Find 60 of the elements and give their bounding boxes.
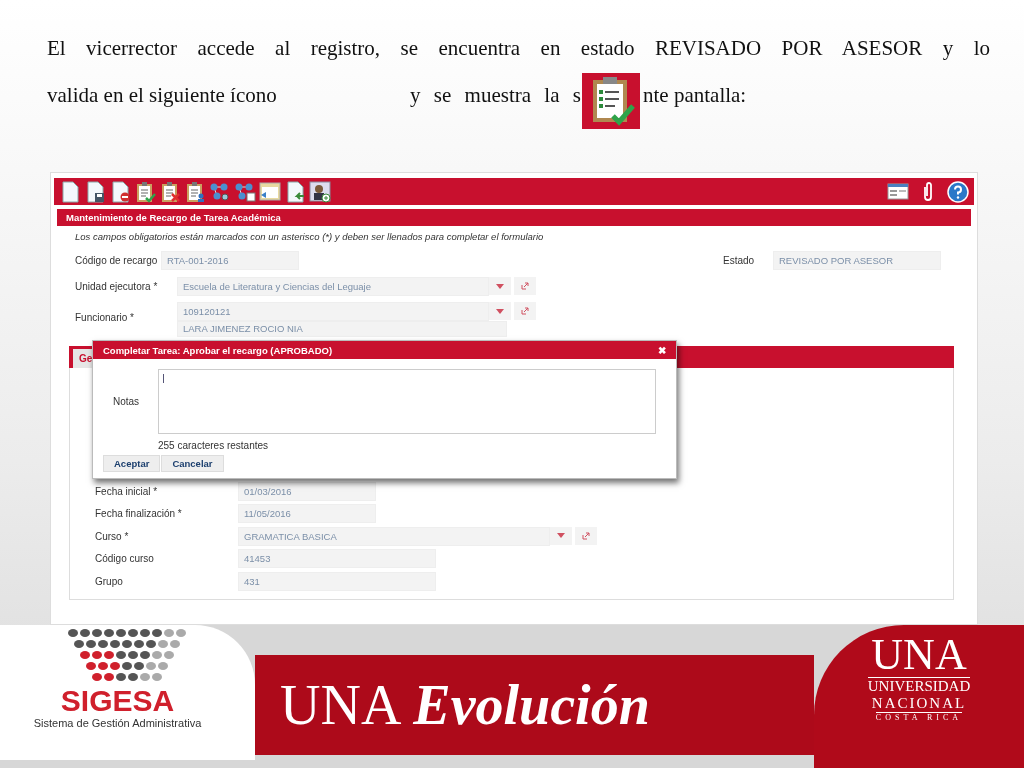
text-field[interactable]: 431 [238, 571, 436, 591]
caption-text: valida en el siguiente ícono [47, 83, 278, 109]
dropdown-button[interactable] [489, 277, 511, 295]
select-field[interactable]: Escuela de Literatura y Ciencias del Leguaje [177, 277, 489, 296]
field-label: Código de recargo [75, 254, 159, 266]
clipboard-user-icon[interactable] [184, 180, 206, 203]
caret-icon [496, 308, 504, 314]
university-name: UNIVERSIDAD [867, 677, 971, 695]
dropdown-button[interactable] [550, 526, 572, 545]
text-field[interactable]: LARA JIMENEZ ROCIO NIA [177, 321, 507, 337]
university-name: UNA [871, 633, 967, 677]
clipboard-check-icon[interactable] [134, 180, 156, 203]
banner-text: Evolución [413, 673, 650, 737]
text-field[interactable]: 41453 [238, 549, 436, 569]
dialog-button[interactable]: Cancelar [161, 455, 224, 472]
logo-subtitle: Sistema de Gestión Administrativa [33, 717, 202, 729]
caret-icon [496, 283, 504, 289]
caption-text: nte pantalla: [643, 83, 747, 109]
text-field[interactable]: RTA-001-2016 [161, 251, 299, 270]
clipboard-check-icon [581, 72, 641, 130]
form-title-bar: Mantenimiento de Recargo de Tarea Académica [57, 209, 971, 226]
required-note: Los campos obligatorios están marcados con un asterisco (*) y deben ser llenados para completar el formulario [74, 230, 545, 242]
character-counter: 255 caracteres restantes [157, 439, 270, 451]
date-field[interactable]: 01/03/2016 [238, 481, 376, 501]
external-link-icon [521, 282, 529, 290]
date-field[interactable]: 11/05/2016 [238, 504, 376, 524]
clipboard-cross-icon[interactable] [159, 180, 181, 203]
field-label: Funcionario * [75, 311, 135, 323]
user-add-icon[interactable] [309, 180, 331, 203]
university-name: NACIONAL [871, 695, 967, 712]
remove-document-icon[interactable] [109, 180, 131, 203]
field-label: Código curso [95, 553, 155, 565]
field-label: Estado [723, 254, 756, 268]
dialog-title: Completar Tarea: Aprobar el recargo (APROBADO) [103, 344, 333, 356]
field-label: Unidad ejecutora * [75, 280, 159, 292]
university-name: COSTA RICA [875, 712, 963, 722]
notes-field[interactable] [158, 369, 656, 434]
close-button[interactable]: ✖ [658, 344, 666, 356]
select-field[interactable]: GRAMATICA BASICA [238, 526, 550, 546]
external-link-icon [521, 307, 529, 315]
field-label: Notas [113, 396, 141, 407]
help-icon[interactable] [947, 180, 969, 203]
field-label: Fecha inicial * [95, 485, 159, 497]
caret-icon [557, 533, 565, 539]
banner-text: UNA [280, 673, 402, 737]
text-field[interactable]: REVISADO POR ASESOR [773, 251, 941, 270]
document-icon[interactable] [59, 180, 81, 203]
caption-text: El vicerrector accede al registro, se encuentra en estado REVISADO POR ASESOR y lo [47, 36, 990, 62]
dialog-button[interactable]: Aceptar [103, 455, 161, 472]
field-label: Fecha finalización * [95, 508, 183, 520]
form-window-icon[interactable] [887, 180, 909, 203]
logo-name: SIGESA [60, 685, 175, 717]
field-label: Grupo [95, 575, 124, 587]
save-document-icon[interactable] [84, 180, 106, 203]
external-link-icon [582, 531, 590, 540]
document-arrow-icon[interactable] [284, 180, 306, 203]
caption-text: y se muestra la s [410, 83, 581, 109]
dropdown-button[interactable] [489, 302, 511, 320]
field-label: Curso * [95, 530, 130, 542]
select-field[interactable]: 109120121 [177, 302, 489, 321]
